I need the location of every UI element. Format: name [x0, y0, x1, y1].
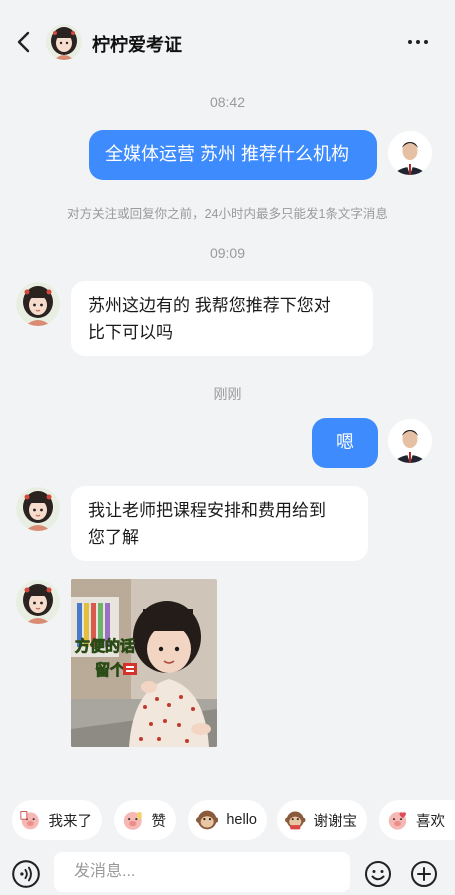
quick-reply-chip[interactable]: 赞	[114, 800, 176, 840]
emoji-icon[interactable]	[364, 860, 392, 888]
message-limit-notice: 对方关注或回复你之前，24小时内最多只能发1条文字消息	[67, 207, 388, 221]
quick-reply-bar: 我来了 赞 hello 谢谢宝 喜欢	[0, 800, 455, 844]
outgoing-message[interactable]: 嗯	[312, 418, 378, 468]
quick-reply-chip[interactable]: 谢谢宝	[277, 800, 367, 840]
outgoing-message[interactable]: 全媒体运营 苏州 推荐什么机构	[89, 130, 377, 180]
message-text: 嗯	[336, 432, 354, 452]
plus-icon[interactable]	[410, 860, 438, 888]
image-message[interactable]: 方便的话 留个	[71, 579, 217, 747]
pig-thumb-icon	[123, 811, 142, 830]
monkey-face-icon	[196, 810, 219, 830]
contact-avatar[interactable]	[46, 24, 82, 60]
contact-avatar[interactable]	[16, 282, 60, 326]
more-options-icon[interactable]	[407, 35, 429, 49]
message-text-line: 苏州这边有的 我帮您推荐下您对	[88, 296, 331, 315]
chat-title: 柠柠爱考证	[92, 35, 182, 55]
quick-reply-label: hello	[226, 812, 257, 828]
photo-caption: 方便的话	[75, 637, 135, 655]
message-text: 全媒体运营 苏州 推荐什么机构	[105, 144, 350, 164]
quick-reply-chip[interactable]: 我来了	[12, 800, 102, 840]
incoming-message[interactable]: 我让老师把课程安排和费用给到 您了解	[71, 486, 368, 561]
contact-avatar[interactable]	[16, 487, 60, 531]
back-arrow-icon[interactable]	[14, 30, 34, 54]
chat-header: 柠柠爱考证	[0, 0, 455, 86]
input-bar: 发消息...	[0, 848, 455, 895]
timestamp: 08:42	[209, 94, 246, 110]
quick-reply-chip[interactable]: hello	[188, 800, 267, 840]
pig-love-icon	[388, 812, 407, 830]
quick-reply-label: 我来了	[48, 813, 93, 830]
message-input[interactable]: 发消息...	[54, 852, 350, 892]
contact-avatar[interactable]	[16, 580, 60, 624]
voice-input-icon[interactable]	[12, 860, 40, 888]
incoming-message[interactable]: 苏州这边有的 我帮您推荐下您对 比下可以吗	[71, 281, 373, 356]
quick-reply-label: 谢谢宝	[313, 813, 358, 830]
monkey-thanks-icon	[285, 811, 306, 830]
photo-caption: 留个	[95, 661, 126, 679]
phone-emoji-icon	[123, 663, 137, 675]
timestamp: 刚刚	[213, 386, 242, 402]
message-text-line: 您了解	[88, 528, 139, 547]
pig-face-icon	[20, 811, 39, 830]
message-text-line: 我让老师把课程安排和费用给到	[88, 501, 326, 520]
girl-photo-image: 方便的话 留个	[71, 579, 217, 747]
my-avatar[interactable]	[388, 131, 432, 175]
quick-reply-chip[interactable]: 喜欢	[379, 800, 455, 840]
message-text-line: 比下可以吗	[88, 323, 173, 342]
quick-reply-label: 赞	[151, 813, 167, 830]
quick-reply-label: 喜欢	[416, 813, 445, 830]
my-avatar[interactable]	[388, 419, 432, 463]
timestamp: 09:09	[209, 245, 246, 261]
